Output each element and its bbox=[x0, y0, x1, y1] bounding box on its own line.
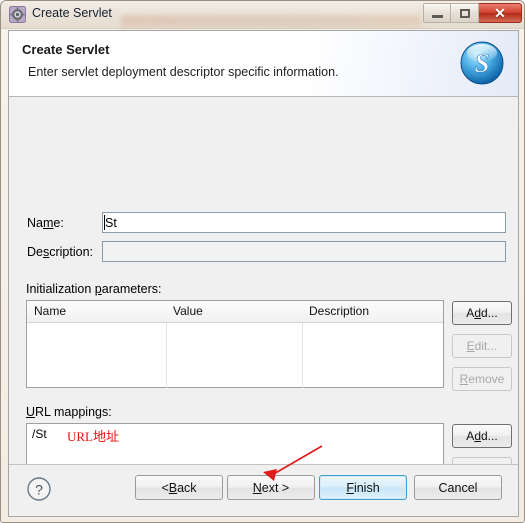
url-add-button[interactable]: Ad d... bbox=[452, 424, 512, 448]
minimize-button[interactable] bbox=[423, 3, 451, 23]
close-button[interactable]: ✕ bbox=[479, 3, 522, 23]
close-icon: ✕ bbox=[494, 5, 506, 21]
description-input[interactable] bbox=[102, 241, 506, 262]
window-controls: ✕ bbox=[423, 3, 522, 24]
page-subtitle: Enter servlet deployment descriptor spec… bbox=[28, 65, 339, 79]
eclipse-wizard-icon bbox=[9, 6, 26, 23]
window-title: Create Servlet bbox=[32, 6, 112, 20]
dialog-body: Name: Description: Initialization parame… bbox=[9, 97, 518, 514]
servlet-s-logo-icon: S bbox=[457, 38, 507, 88]
background-blur bbox=[121, 15, 421, 27]
annotation-arrow-icon bbox=[263, 445, 323, 481]
init-add-button[interactable]: Ad d... bbox=[452, 301, 512, 325]
url-annotation-text: URL地址 bbox=[67, 429, 120, 444]
column-header-name[interactable]: Name bbox=[34, 304, 66, 318]
svg-text:S: S bbox=[474, 48, 489, 78]
wizard-banner: Create Servlet Enter servlet deployment … bbox=[9, 31, 518, 97]
column-header-value[interactable]: Value bbox=[173, 304, 203, 318]
init-remove-button[interactable]: Remove bbox=[452, 367, 512, 391]
cancel-button[interactable]: Cancel bbox=[414, 475, 502, 500]
minimize-icon bbox=[431, 14, 443, 18]
table-header: Name Value Description bbox=[27, 301, 443, 323]
name-label: Name: bbox=[27, 216, 64, 230]
init-parameters-table[interactable]: Name Value Description bbox=[26, 300, 444, 388]
help-icon[interactable]: ? bbox=[26, 476, 52, 502]
url-mappings-label: URL mappings: bbox=[26, 405, 112, 419]
page-title: Create Servlet bbox=[22, 42, 110, 57]
description-label: Description: bbox=[27, 245, 94, 259]
list-item[interactable]: /St bbox=[32, 427, 47, 441]
back-button[interactable]: < Back bbox=[135, 475, 223, 500]
svg-text:?: ? bbox=[35, 482, 43, 498]
name-input[interactable] bbox=[102, 212, 506, 233]
init-edit-button[interactable]: Edit... bbox=[452, 334, 512, 358]
text-caret bbox=[104, 215, 105, 230]
title-bar[interactable]: Create Servlet ✕ bbox=[1, 1, 524, 29]
column-header-description[interactable]: Description bbox=[309, 304, 369, 318]
maximize-button[interactable] bbox=[451, 3, 479, 23]
init-parameters-label: Initialization parameters: bbox=[26, 282, 162, 296]
maximize-icon bbox=[459, 8, 470, 18]
